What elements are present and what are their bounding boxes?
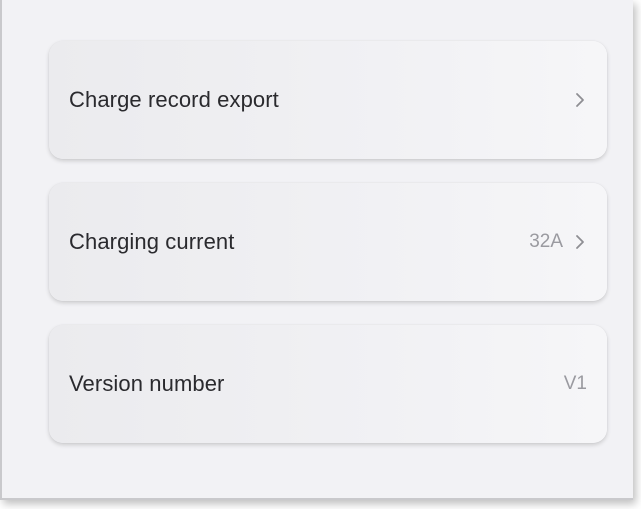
version-number-value: V1 [563,373,587,394]
version-number-row: Version number V1 [49,325,607,443]
charge-record-export-label: Charge record export [69,87,279,112]
settings-list: Charge record export Charging current 32… [49,41,607,467]
chevron-right-icon [573,91,587,109]
chevron-right-icon [573,233,587,251]
charging-current-row[interactable]: Charging current 32A [49,183,607,301]
version-number-accessory: V1 [564,373,587,395]
charge-record-export-row[interactable]: Charge record export [49,41,607,159]
charging-current-value: 32A [529,231,563,252]
settings-panel: Charge record export Charging current 32… [0,0,633,500]
charge-record-export-accessory [573,91,587,109]
charging-current-label: Charging current [69,229,235,254]
version-number-label: Version number [69,371,225,396]
charging-current-accessory: 32A [529,231,587,253]
